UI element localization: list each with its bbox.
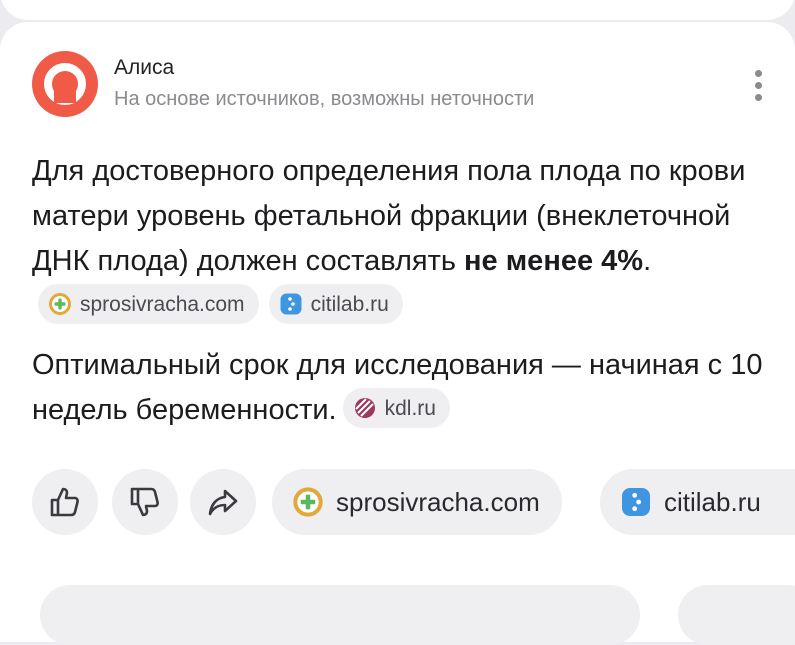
kdl-logo-icon xyxy=(354,398,375,419)
answer-paragraph-1: Для достоверного определения пола плода … xyxy=(32,149,772,329)
more-dot-icon xyxy=(755,70,762,77)
source-chip-citilab[interactable]: citilab.ru xyxy=(268,284,403,325)
alice-avatar xyxy=(32,51,98,117)
sprosivracha-logo-icon xyxy=(293,487,323,517)
thumbs-down-icon xyxy=(130,487,159,517)
more-options-button[interactable] xyxy=(746,66,772,106)
thumbs-up-icon xyxy=(50,487,79,517)
like-button[interactable] xyxy=(32,469,98,535)
citilab-logo-icon xyxy=(622,488,650,516)
dislike-button[interactable] xyxy=(112,469,178,535)
source-chip-sprosivracha[interactable]: sprosivracha.com xyxy=(38,284,259,325)
answer-p1-end: . xyxy=(643,245,652,277)
more-dot-icon xyxy=(755,94,762,101)
input-pill[interactable] xyxy=(40,585,640,645)
source-chip-label: sprosivracha.com xyxy=(80,292,245,316)
source-card-label: sprosivracha.com xyxy=(336,486,540,517)
bottom-action-pill[interactable] xyxy=(678,585,795,645)
source-disclaimer: На основе источников, возможны неточност… xyxy=(114,88,535,110)
share-icon xyxy=(208,489,238,516)
assistant-name: Алиса xyxy=(114,56,175,79)
source-card-citilab[interactable]: citilab.ru xyxy=(600,469,795,535)
source-card-label: citilab.ru xyxy=(664,486,761,517)
sprosivracha-logo-icon xyxy=(49,293,71,316)
more-dot-icon xyxy=(755,82,762,89)
answer-paragraph-2: Оптимальный срок для исследования — начи… xyxy=(32,343,772,433)
answer-p1-bold: не менее 4% xyxy=(464,245,644,277)
source-card-sprosivracha[interactable]: sprosivracha.com xyxy=(272,469,562,535)
alice-logo-icon xyxy=(44,63,86,105)
source-chip-label: citilab.ru xyxy=(310,292,389,316)
answer-text: Для достоверного определения пола плода … xyxy=(32,149,772,433)
source-chip-label: kdl.ru xyxy=(384,396,436,420)
previous-card xyxy=(0,0,795,20)
citilab-logo-icon xyxy=(280,293,302,315)
source-chip-kdl[interactable]: kdl.ru xyxy=(342,388,450,429)
share-button[interactable] xyxy=(190,469,256,535)
